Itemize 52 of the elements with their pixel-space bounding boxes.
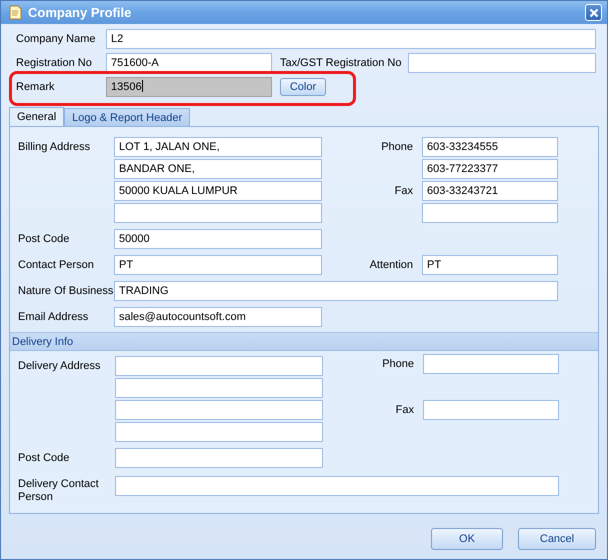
close-icon [588,8,598,18]
field-label: Company Name [16,33,96,45]
field-label: Fax [394,404,415,416]
field-label: Phone [381,358,415,370]
tab[interactable]: General [9,107,64,126]
text-field[interactable]: 13506 [106,77,272,97]
text-field[interactable] [115,378,323,398]
field-label: Post Code [18,233,70,245]
color-button[interactable]: Color [280,78,326,96]
text-field[interactable] [115,400,323,420]
text-field[interactable] [423,400,559,420]
text-field[interactable]: sales@autocountsoft.com [114,307,322,327]
cancel-button[interactable]: Cancel [518,528,596,550]
window-title: Company Profile [28,5,132,20]
text-field[interactable] [408,53,596,73]
field-label: Attention [368,259,414,271]
note-icon [8,5,22,20]
text-field[interactable]: TRADING [114,281,558,301]
close-button[interactable] [585,4,602,21]
text-field[interactable] [115,422,323,442]
tab[interactable]: Logo & Report Header [64,108,190,126]
text-field[interactable] [115,448,323,468]
group-title: Delivery Info [12,336,74,348]
text-field[interactable]: 50000 [114,229,322,249]
field-label: Tax/GST Registration No [280,57,402,69]
text-field[interactable] [114,203,322,223]
text-field[interactable]: 603-33234555 [422,137,558,157]
field-label: Remark [16,81,56,93]
field-label: Fax [394,185,414,197]
text-field[interactable]: 751600-A [106,53,272,73]
field-label: Contact Person [18,259,95,271]
text-field[interactable] [115,476,559,496]
text-field[interactable]: PT [422,255,558,275]
text-field[interactable]: 50000 KUALA LUMPUR [114,181,322,201]
ok-button[interactable]: OK [431,528,503,550]
field-label: Nature Of Business [18,285,114,297]
text-field[interactable]: L2 [106,29,596,49]
text-field[interactable]: LOT 1, JALAN ONE, [114,137,322,157]
text-field[interactable] [115,356,323,376]
field-label: Registration No [16,57,93,69]
text-field[interactable] [422,203,558,223]
field-label: Delivery Contact Person [18,477,100,504]
text-field[interactable]: PT [114,255,322,275]
text-field[interactable] [423,354,559,374]
field-label: Phone [380,141,414,153]
text-field[interactable]: 603-77223377 [422,159,558,179]
text-field[interactable]: 603-33243721 [422,181,558,201]
text-field[interactable]: BANDAR ONE, [114,159,322,179]
field-label: Delivery Address [18,360,102,372]
field-label: Billing Address [18,141,92,153]
field-label: Email Address [18,311,90,323]
field-label: Post Code [18,452,70,464]
